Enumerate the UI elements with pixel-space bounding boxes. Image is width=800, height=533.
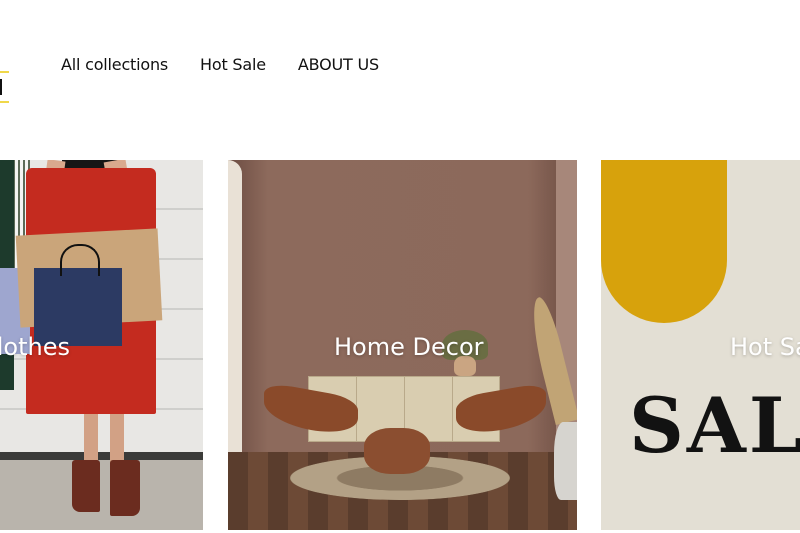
collection-label-clothes: Clothes [0, 333, 70, 361]
collection-card-clothes[interactable]: Clothes [0, 160, 203, 530]
nav-about-us[interactable]: ABOUT US [298, 54, 379, 76]
collection-label-hot-sale: Hot Sale [730, 333, 800, 361]
sale-poster-text: SALE [629, 381, 800, 470]
collection-card-hot-sale[interactable]: SALE Hot Sale [601, 160, 800, 530]
collection-label-home-decor: Home Decor [334, 333, 484, 361]
logo[interactable] [0, 71, 9, 103]
main-nav: All collections Hot Sale ABOUT US [61, 54, 379, 76]
collection-card-home-decor[interactable]: Home Decor [228, 160, 577, 530]
nav-all-collections[interactable]: All collections [61, 54, 168, 76]
nav-hot-sale[interactable]: Hot Sale [200, 54, 266, 76]
